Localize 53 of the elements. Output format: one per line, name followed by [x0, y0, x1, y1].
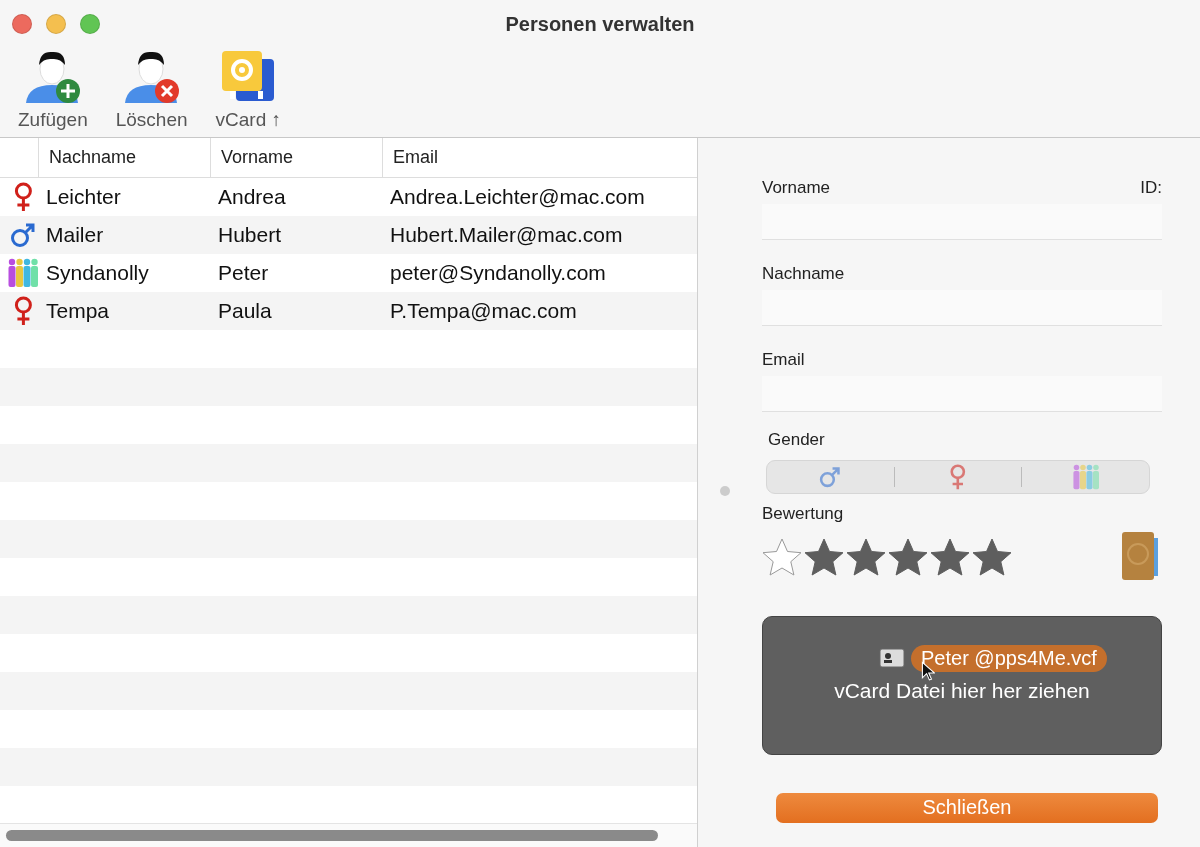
dragged-file-name: Peter @pps4Me.vcf — [911, 644, 1107, 672]
minimize-window-button[interactable] — [46, 14, 66, 34]
female-symbol-icon — [949, 463, 967, 490]
table-cell-text: Mailer — [46, 223, 105, 247]
toolbar-button[interactable]: vCard ↑ — [211, 49, 286, 131]
status-dot — [720, 486, 730, 496]
delete-person-icon — [122, 49, 181, 105]
input-field[interactable] — [762, 376, 1162, 412]
table-cell-text: Hubert — [218, 223, 283, 247]
male-symbol-icon — [819, 465, 842, 488]
drop-zone-hint: vCard Datei hier her ziehen — [834, 679, 1090, 704]
table-cell-text: Tempa — [46, 299, 111, 323]
table-cell-text: Andrea.Leichter@mac.com — [390, 185, 646, 209]
input-field[interactable] — [762, 204, 1162, 240]
female-symbol-icon — [12, 182, 34, 212]
field-label: Gender — [768, 430, 826, 450]
male-symbol-icon — [10, 222, 36, 248]
toolbar-button[interactable]: Zufügen — [14, 49, 92, 131]
people-group-icon — [1071, 463, 1100, 490]
filled-star-icon[interactable] — [930, 537, 970, 576]
add-person-icon — [23, 49, 82, 105]
filled-star-icon[interactable] — [846, 537, 886, 576]
toolbar-button[interactable]: Löschen — [111, 49, 192, 131]
table-cell-text: Peter — [218, 261, 270, 285]
field-label: Nachname — [762, 264, 845, 284]
input-field[interactable] — [762, 290, 1162, 326]
close-window-button[interactable] — [12, 14, 32, 34]
field-label: Email — [762, 350, 805, 370]
empty-star-icon[interactable] — [762, 537, 802, 576]
filled-star-icon[interactable] — [804, 537, 844, 576]
table-cell-text: peter@Syndanolly.com — [390, 261, 607, 285]
female-symbol-icon — [12, 296, 34, 326]
table-cell-text: Leichter — [46, 185, 122, 209]
field-label: Vorname — [762, 178, 831, 198]
field-label: Bewertung — [762, 503, 845, 524]
zoom-window-button[interactable] — [80, 14, 100, 34]
scrollbar-thumb[interactable] — [6, 830, 658, 841]
vcard-file-icon — [879, 648, 905, 669]
table-cell-text: Andrea — [218, 185, 287, 209]
table-cell-text: Hubert.Mailer@mac.com — [390, 223, 624, 247]
table-cell-text: Syndanolly — [46, 261, 150, 285]
filled-star-icon[interactable] — [888, 537, 928, 576]
gender-segmented-control[interactable] — [766, 460, 1150, 494]
window-title: Personen verwalten — [504, 12, 696, 36]
id-label: ID: — [1140, 178, 1162, 198]
column-header[interactable]: Nachname — [38, 138, 210, 177]
people-group-icon — [7, 258, 39, 288]
table-cell-text: P.Tempa@mac.com — [390, 299, 578, 323]
column-header[interactable]: Email — [382, 138, 697, 177]
filled-star-icon[interactable] — [972, 537, 1012, 576]
table-cell-text: Paula — [218, 299, 273, 323]
drop-zone[interactable]: Peter @pps4Me.vcf vCard Datei hier her ziehen — [762, 615, 1162, 755]
column-header[interactable]: Vorname — [210, 138, 382, 177]
